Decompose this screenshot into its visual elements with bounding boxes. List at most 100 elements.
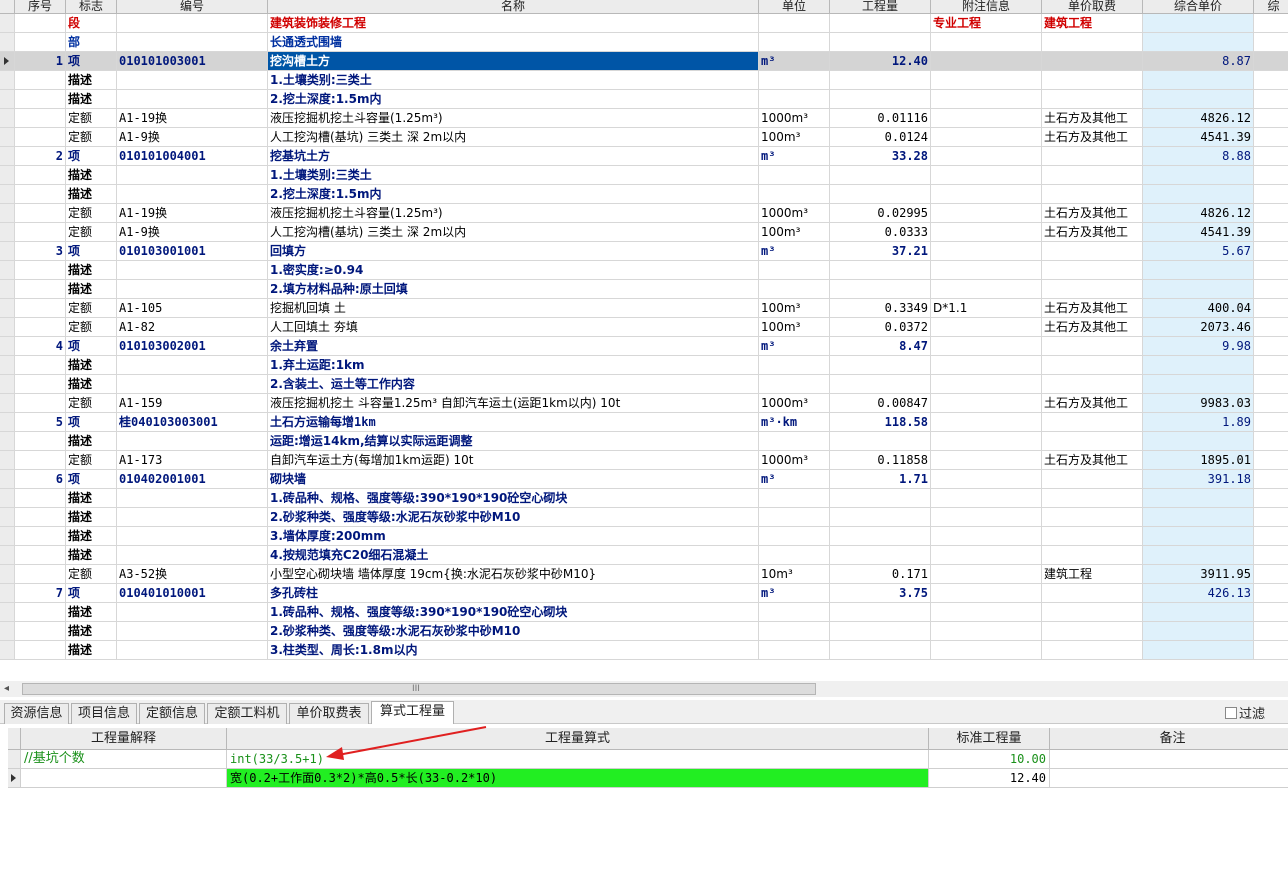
- description-row[interactable]: 描述 2.砂浆种类、强度等级:水泥石灰砂浆中砂M10: [0, 508, 1288, 527]
- qty-cell[interactable]: [830, 432, 931, 451]
- qty-cell[interactable]: [830, 603, 931, 622]
- note-cell[interactable]: [931, 546, 1042, 565]
- formula-explain-cell[interactable]: //基坑个数: [21, 750, 227, 769]
- flag-cell[interactable]: 项: [66, 470, 117, 489]
- bill-item-row[interactable]: 3 项 010103001001 回填方 m³ 37.21 5.67: [0, 242, 1288, 261]
- extra-cell[interactable]: [1254, 394, 1288, 413]
- description-row[interactable]: 描述 3.墙体厚度:200mm: [0, 527, 1288, 546]
- flag-cell[interactable]: 描述: [66, 489, 117, 508]
- flag-cell[interactable]: 项: [66, 147, 117, 166]
- column-header-5[interactable]: 工程量: [830, 0, 931, 14]
- fee-cell[interactable]: [1042, 166, 1143, 185]
- row-indicator[interactable]: [0, 109, 15, 128]
- name-cell[interactable]: 土石方运输每增1km: [268, 413, 759, 432]
- bill-item-row[interactable]: 4 项 010103002001 余土弃置 m³ 8.47 9.98: [0, 337, 1288, 356]
- fee-cell[interactable]: [1042, 432, 1143, 451]
- name-cell[interactable]: 1.砖品种、规格、强度等级:390*190*190砼空心砌块: [268, 603, 759, 622]
- name-cell[interactable]: 挖沟槽土方: [268, 52, 759, 71]
- extra-cell[interactable]: [1254, 565, 1288, 584]
- qty-cell[interactable]: 33.28: [830, 147, 931, 166]
- name-cell[interactable]: 液压挖掘机挖土斗容量(1.25m³): [268, 109, 759, 128]
- seq-cell[interactable]: [15, 356, 66, 375]
- fee-cell[interactable]: [1042, 280, 1143, 299]
- note-cell[interactable]: [931, 641, 1042, 660]
- row-indicator[interactable]: [0, 413, 15, 432]
- quota-row[interactable]: 定额 A1-9换 人工挖沟槽(基坑) 三类土 深 2m以内 100m³ 0.0124 土石…: [0, 128, 1288, 147]
- unit-cell[interactable]: m³·km: [759, 413, 830, 432]
- code-cell[interactable]: 010103002001: [117, 337, 268, 356]
- price-cell[interactable]: [1143, 375, 1254, 394]
- flag-cell[interactable]: 描述: [66, 356, 117, 375]
- note-cell[interactable]: [931, 375, 1042, 394]
- name-cell[interactable]: 4.按规范填充C20细石混凝土: [268, 546, 759, 565]
- unit-cell[interactable]: 100m³: [759, 299, 830, 318]
- unit-cell[interactable]: 1000m³: [759, 394, 830, 413]
- row-indicator[interactable]: [0, 71, 15, 90]
- unit-cell[interactable]: [759, 527, 830, 546]
- extra-cell[interactable]: [1254, 546, 1288, 565]
- code-cell[interactable]: A1-19换: [117, 109, 268, 128]
- extra-cell[interactable]: [1254, 242, 1288, 261]
- name-cell[interactable]: 人工挖沟槽(基坑) 三类土 深 2m以内: [268, 223, 759, 242]
- note-cell[interactable]: [931, 489, 1042, 508]
- row-indicator[interactable]: [0, 223, 15, 242]
- qty-cell[interactable]: 118.58: [830, 413, 931, 432]
- qty-cell[interactable]: [830, 185, 931, 204]
- seq-cell[interactable]: [15, 432, 66, 451]
- name-cell[interactable]: 液压挖掘机挖土 斗容量1.25m³ 自卸汽车运土(运距1km以内) 10t: [268, 394, 759, 413]
- price-cell[interactable]: [1143, 185, 1254, 204]
- name-cell[interactable]: 人工挖沟槽(基坑) 三类土 深 2m以内: [268, 128, 759, 147]
- flag-cell[interactable]: 定额: [66, 451, 117, 470]
- seq-cell[interactable]: [15, 185, 66, 204]
- code-cell[interactable]: 010402001001: [117, 470, 268, 489]
- code-cell[interactable]: [117, 185, 268, 204]
- fee-cell[interactable]: [1042, 242, 1143, 261]
- note-cell[interactable]: [931, 470, 1042, 489]
- fee-cell[interactable]: [1042, 546, 1143, 565]
- unit-cell[interactable]: [759, 261, 830, 280]
- fee-cell[interactable]: [1042, 641, 1143, 660]
- note-cell[interactable]: [931, 584, 1042, 603]
- qty-cell[interactable]: 12.40: [830, 52, 931, 71]
- quota-row[interactable]: 定额 A1-82 人工回填土 夯填 100m³ 0.0372 土石方及其他工 2073.46: [0, 318, 1288, 337]
- note-cell[interactable]: [931, 71, 1042, 90]
- seq-cell[interactable]: 5: [15, 413, 66, 432]
- note-cell[interactable]: [931, 242, 1042, 261]
- bill-item-row[interactable]: 6 项 010402001001 砌块墙 m³ 1.71 391.18: [0, 470, 1288, 489]
- seq-cell[interactable]: 7: [15, 584, 66, 603]
- extra-cell[interactable]: [1254, 261, 1288, 280]
- fee-cell[interactable]: [1042, 527, 1143, 546]
- extra-cell[interactable]: [1254, 470, 1288, 489]
- seq-cell[interactable]: [15, 90, 66, 109]
- qty-cell[interactable]: [830, 508, 931, 527]
- flag-cell[interactable]: 描述: [66, 641, 117, 660]
- unit-cell[interactable]: [759, 489, 830, 508]
- description-row[interactable]: 描述 1.弃土运距:1km: [0, 356, 1288, 375]
- extra-cell[interactable]: [1254, 14, 1288, 33]
- code-cell[interactable]: [117, 375, 268, 394]
- unit-cell[interactable]: [759, 90, 830, 109]
- column-header-6[interactable]: 附注信息: [931, 0, 1042, 14]
- extra-cell[interactable]: [1254, 413, 1288, 432]
- extra-cell[interactable]: [1254, 356, 1288, 375]
- qty-cell[interactable]: [830, 33, 931, 52]
- note-cell[interactable]: [931, 394, 1042, 413]
- scroll-left-arrow-icon[interactable]: ◂: [4, 683, 9, 694]
- note-cell[interactable]: [931, 33, 1042, 52]
- seq-cell[interactable]: 6: [15, 470, 66, 489]
- note-cell[interactable]: [931, 147, 1042, 166]
- row-indicator[interactable]: [0, 261, 15, 280]
- code-cell[interactable]: 010401010001: [117, 584, 268, 603]
- fee-cell[interactable]: [1042, 185, 1143, 204]
- seq-cell[interactable]: [15, 546, 66, 565]
- fee-cell[interactable]: [1042, 71, 1143, 90]
- unit-cell[interactable]: [759, 14, 830, 33]
- row-indicator[interactable]: [0, 204, 15, 223]
- price-cell[interactable]: 400.04: [1143, 299, 1254, 318]
- qty-cell[interactable]: [830, 375, 931, 394]
- qty-cell[interactable]: 0.02995: [830, 204, 931, 223]
- note-cell[interactable]: [931, 261, 1042, 280]
- formula-header-std-qty[interactable]: 标准工程量: [929, 728, 1050, 750]
- column-header-1[interactable]: 标志: [66, 0, 117, 14]
- flag-cell[interactable]: 项: [66, 242, 117, 261]
